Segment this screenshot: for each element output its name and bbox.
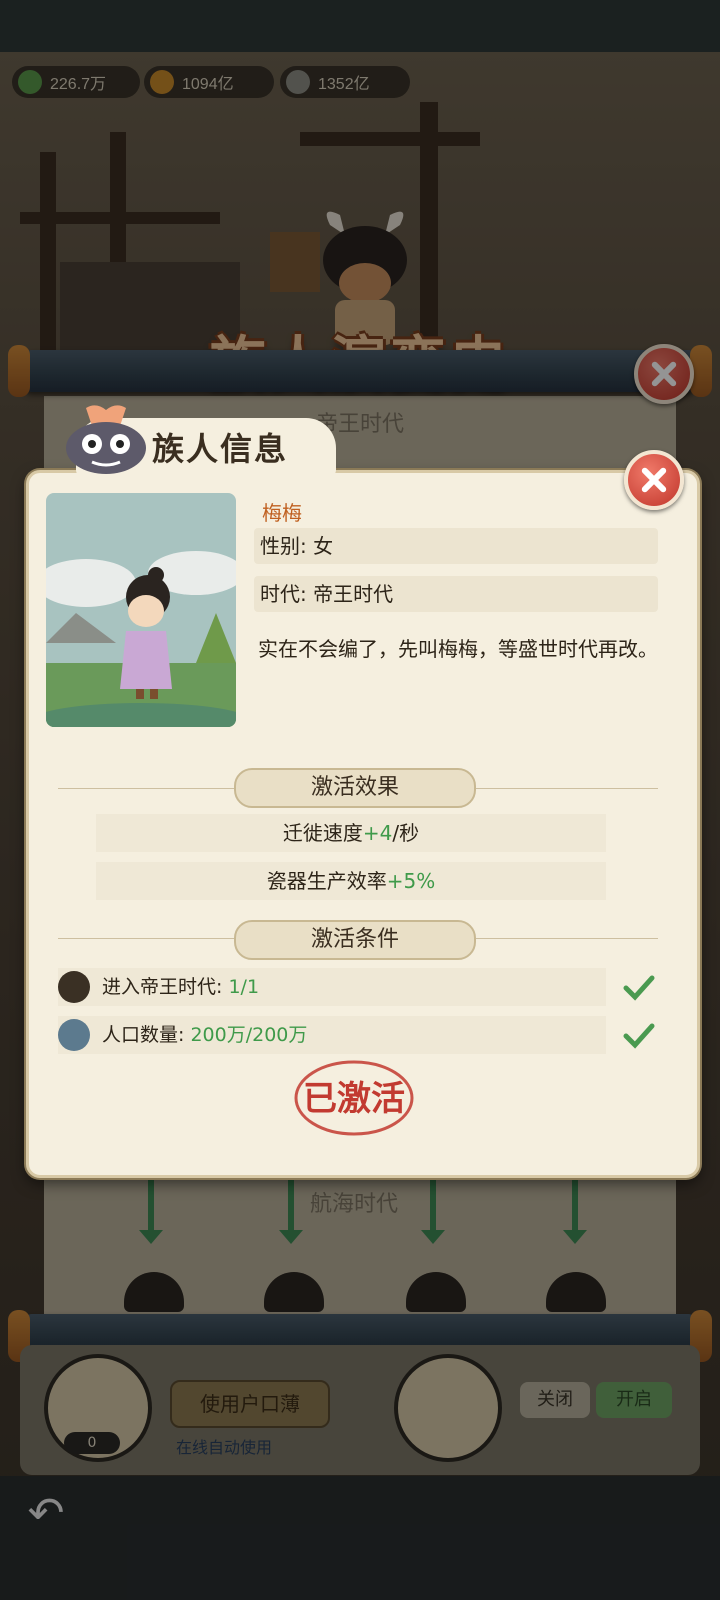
condition-value: 1/1 <box>228 976 260 998</box>
effect-row-migration: 迁徙速度+4/秒 <box>96 814 606 852</box>
effects-header: 激活效果 <box>234 768 476 808</box>
conditions-header: 激活条件 <box>234 920 476 960</box>
dragon-mascot-icon <box>66 405 146 474</box>
close-icon[interactable] <box>624 450 684 510</box>
effect-value: +5% <box>386 869 436 893</box>
member-description: 实在不会编了，先叫梅梅，等盛世时代再改。 <box>258 637 658 661</box>
effect-label: 迁徙速度 <box>282 821 363 845</box>
check-icon <box>623 1023 655 1049</box>
condition-row-population: 人口数量: 200万/200万 <box>58 1016 606 1054</box>
condition-row-era: 进入帝王时代: 1/1 <box>58 968 606 1006</box>
scale-icon <box>58 971 90 1003</box>
effect-row-porcelain: 瓷器生产效率+5% <box>96 862 606 900</box>
member-portrait <box>46 493 236 727</box>
member-era: 时代: 帝王时代 <box>254 576 658 612</box>
member-name: 梅梅 <box>262 501 302 525</box>
effect-value: +4 <box>362 821 393 845</box>
condition-label: 进入帝王时代: <box>102 976 229 998</box>
dialog-title: 族人信息 <box>152 430 289 468</box>
person-icon <box>58 1019 90 1051</box>
activated-stamp: 已激活 <box>294 1060 414 1136</box>
condition-label: 人口数量: <box>102 1024 191 1046</box>
stamp-text: 已激活 <box>303 1079 405 1119</box>
effect-suffix: /秒 <box>392 821 420 845</box>
check-icon <box>623 975 655 1001</box>
member-gender: 性别: 女 <box>254 528 658 564</box>
condition-value: 200万/200万 <box>190 1024 308 1046</box>
effect-label: 瓷器生产效率 <box>266 869 387 893</box>
